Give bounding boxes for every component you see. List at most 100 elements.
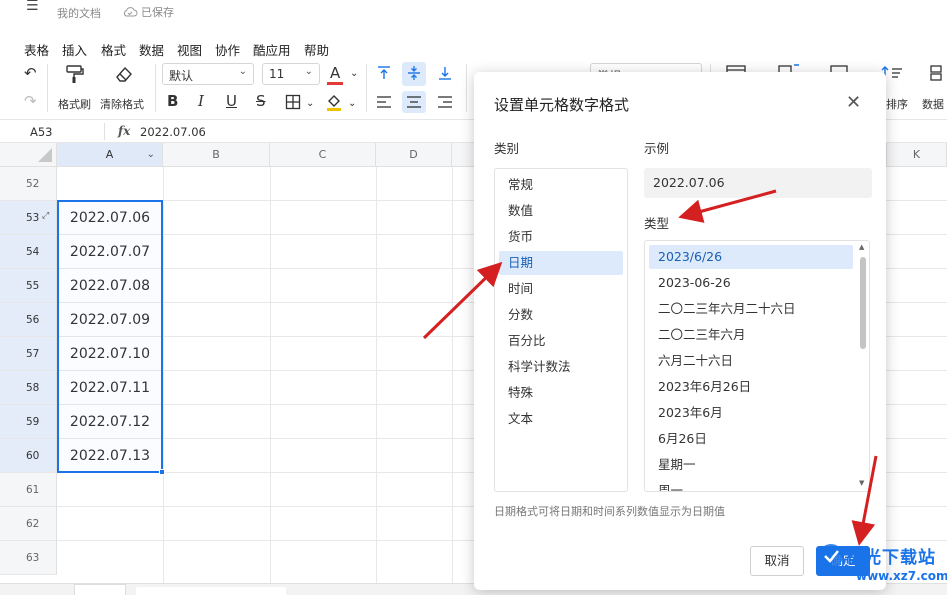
clear-format-label[interactable]: 清除格式 bbox=[100, 96, 144, 112]
align-top-icon[interactable] bbox=[376, 65, 392, 81]
underline-icon[interactable]: U bbox=[226, 93, 237, 109]
align-middle-icon[interactable] bbox=[406, 65, 422, 81]
redo-icon[interactable]: ↷ bbox=[24, 93, 37, 109]
cell-reference[interactable]: A53 bbox=[30, 125, 53, 139]
chevron-down-icon[interactable]: ⌄ bbox=[350, 66, 358, 82]
type-item[interactable]: 六月二十六日 bbox=[649, 349, 853, 373]
category-item-selected[interactable]: 日期 bbox=[499, 251, 623, 275]
type-item[interactable]: 2023年6月26日 bbox=[649, 375, 853, 399]
expand-row-icon[interactable]: ⤢ bbox=[42, 211, 49, 221]
select-all-corner[interactable] bbox=[0, 143, 57, 167]
menu-view[interactable]: 视图 bbox=[177, 40, 202, 59]
type-list-scrollbar[interactable]: ▲ ▼ bbox=[859, 243, 867, 489]
category-item[interactable]: 数值 bbox=[499, 199, 623, 223]
type-item[interactable]: 周一 bbox=[649, 479, 853, 491]
fill-handle[interactable] bbox=[159, 469, 165, 475]
type-item[interactable]: 二〇二三年六月二十六日 bbox=[649, 297, 853, 321]
row-header[interactable]: 60 bbox=[0, 439, 57, 473]
font-family-select[interactable]: 默认 ⌄ bbox=[162, 63, 254, 85]
type-item-selected[interactable]: 2023/6/26 bbox=[649, 245, 853, 269]
menu-data[interactable]: 数据 bbox=[139, 40, 164, 59]
category-item[interactable]: 货币 bbox=[499, 225, 623, 249]
sheet-scrollbar[interactable] bbox=[136, 587, 286, 595]
type-item[interactable]: 二〇二三年六月 bbox=[649, 323, 853, 347]
hamburger-menu-icon[interactable]: ☰ bbox=[26, 0, 39, 14]
category-item[interactable]: 时间 bbox=[499, 277, 623, 301]
border-icon[interactable] bbox=[285, 94, 301, 110]
align-bottom-icon[interactable] bbox=[437, 65, 453, 81]
menu-table[interactable]: 表格 bbox=[24, 40, 49, 59]
column-header-a[interactable]: A ⌄ bbox=[57, 143, 163, 167]
selection-range bbox=[57, 200, 163, 473]
type-item[interactable]: 6月26日 bbox=[649, 427, 853, 451]
type-item[interactable]: 2023年6月 bbox=[649, 401, 853, 425]
category-list[interactable]: 常规 数值 货币 日期 时间 分数 百分比 科学计数法 特殊 文本 bbox=[494, 168, 628, 492]
column-label: A bbox=[105, 148, 114, 161]
formula-input[interactable]: 2022.07.06 bbox=[140, 125, 206, 139]
format-painter-icon[interactable] bbox=[64, 64, 86, 84]
sort-label[interactable]: 排序 bbox=[886, 96, 908, 112]
watermark-url: www.xz7.com bbox=[856, 569, 947, 583]
fx-icon: fx bbox=[118, 124, 131, 138]
undo-icon[interactable]: ↶ bbox=[24, 65, 37, 81]
type-item[interactable]: 星期一 bbox=[649, 453, 853, 477]
close-icon[interactable]: ✕ bbox=[846, 92, 861, 113]
column-header-k[interactable]: K bbox=[887, 143, 947, 167]
font-color-icon[interactable]: A bbox=[330, 65, 340, 81]
font-family-value: 默认 bbox=[169, 69, 194, 83]
menu-apps[interactable]: 酷应用 bbox=[253, 40, 291, 59]
italic-icon[interactable]: I bbox=[198, 93, 204, 109]
strikethrough-icon[interactable]: S bbox=[256, 93, 266, 109]
chevron-down-icon[interactable]: ⌄ bbox=[348, 96, 356, 112]
category-item[interactable]: 科学计数法 bbox=[499, 355, 623, 379]
row-header[interactable]: 59 bbox=[0, 405, 57, 439]
chevron-down-icon[interactable]: ⌄ bbox=[147, 143, 155, 167]
menu-insert[interactable]: 插入 bbox=[62, 40, 87, 59]
cancel-button[interactable]: 取消 bbox=[750, 546, 804, 576]
row-header[interactable]: 56 bbox=[0, 303, 57, 337]
category-item[interactable]: 分数 bbox=[499, 303, 623, 327]
font-size-value: 11 bbox=[269, 67, 285, 81]
menu-collab[interactable]: 协作 bbox=[215, 40, 240, 59]
fill-color-icon[interactable] bbox=[325, 93, 343, 111]
category-item[interactable]: 特殊 bbox=[499, 381, 623, 405]
sheet-tab[interactable] bbox=[74, 584, 126, 595]
type-item[interactable]: 2023-06-26 bbox=[649, 271, 853, 295]
menu-help[interactable]: 帮助 bbox=[304, 40, 329, 59]
eraser-icon[interactable] bbox=[113, 64, 135, 84]
row-header[interactable]: 62 bbox=[0, 507, 57, 541]
gridline bbox=[376, 167, 377, 583]
data-tools-label[interactable]: 数据 bbox=[922, 96, 944, 112]
row-header[interactable]: 63 bbox=[0, 541, 57, 575]
column-header-c[interactable]: C bbox=[270, 143, 376, 167]
scrollbar-thumb[interactable] bbox=[860, 257, 866, 349]
type-list[interactable]: 2023/6/26 2023-06-26 二〇二三年六月二十六日 二〇二三年六月… bbox=[644, 240, 870, 492]
row-header[interactable]: 54 bbox=[0, 235, 57, 269]
category-item[interactable]: 百分比 bbox=[499, 329, 623, 353]
title-bar: ☰ 我的文档 已保存 bbox=[0, 0, 947, 28]
align-left-icon[interactable] bbox=[376, 95, 392, 109]
menu-format[interactable]: 格式 bbox=[101, 40, 126, 59]
document-title[interactable]: 我的文档 bbox=[57, 5, 101, 21]
scroll-up-icon[interactable]: ▲ bbox=[859, 243, 864, 251]
column-header-d[interactable]: D bbox=[376, 143, 452, 167]
row-header[interactable]: 52 bbox=[0, 167, 57, 201]
column-label: C bbox=[318, 148, 327, 161]
align-center-icon[interactable] bbox=[406, 95, 422, 109]
bold-icon[interactable]: B bbox=[167, 93, 178, 109]
scroll-down-icon[interactable]: ▼ bbox=[859, 479, 864, 487]
category-item[interactable]: 常规 bbox=[499, 173, 623, 197]
format-painter-label[interactable]: 格式刷 bbox=[58, 96, 91, 112]
font-size-select[interactable]: 11 ⌄ bbox=[262, 63, 320, 85]
chevron-down-icon[interactable]: ⌄ bbox=[306, 96, 314, 112]
data-tools-icon[interactable] bbox=[930, 65, 947, 81]
toolbar-divider bbox=[466, 64, 467, 112]
column-header-b[interactable]: B bbox=[163, 143, 270, 167]
row-header[interactable]: 55 bbox=[0, 269, 57, 303]
category-item[interactable]: 文本 bbox=[499, 407, 623, 431]
row-header[interactable]: 57 bbox=[0, 337, 57, 371]
row-header[interactable]: 58 bbox=[0, 371, 57, 405]
align-right-icon[interactable] bbox=[437, 95, 453, 109]
row-header[interactable]: 61 bbox=[0, 473, 57, 507]
watermark-text: 极光下载站 bbox=[846, 548, 936, 568]
